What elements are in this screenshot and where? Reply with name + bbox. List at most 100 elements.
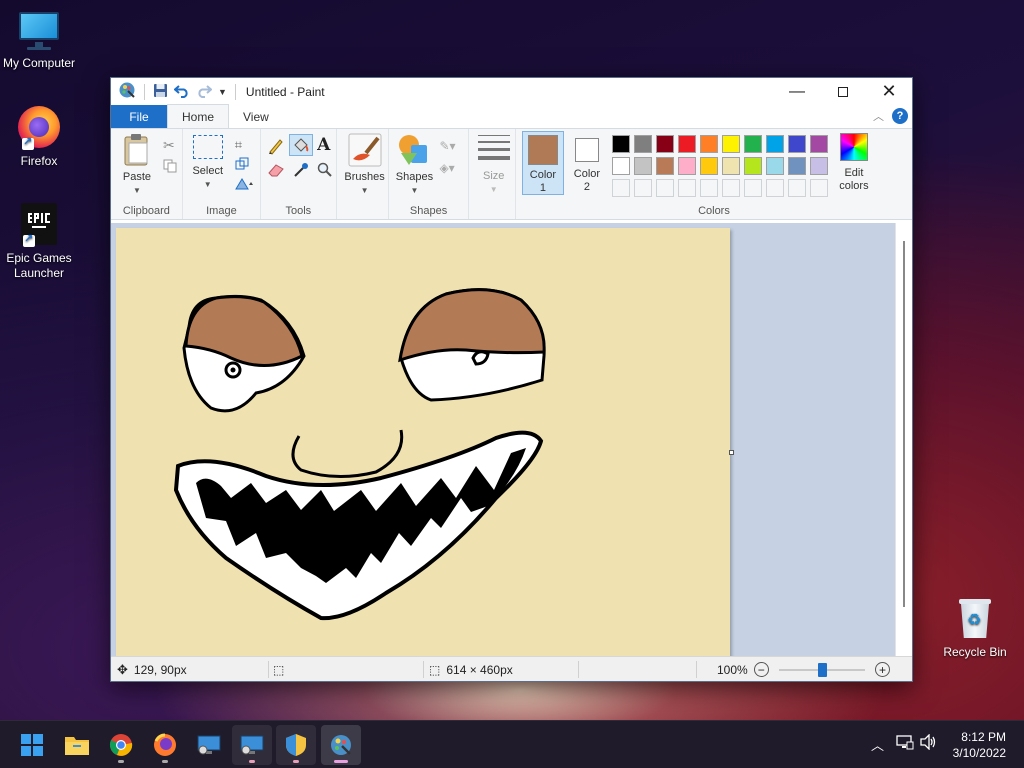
palette-swatch-empty[interactable] [809,179,828,197]
paint-app-icon[interactable] [118,81,136,102]
palette-swatch[interactable] [765,157,784,175]
start-button[interactable] [12,725,52,765]
palette-swatch[interactable] [699,157,718,175]
palette-swatch[interactable] [787,135,806,153]
size-lines-icon [477,135,510,160]
drawing-canvas[interactable] [116,228,730,657]
zoom-in-button[interactable]: + [875,662,890,677]
desktop-icon-firefox[interactable]: Firefox [0,104,81,169]
minimize-ribbon-icon[interactable]: ︿ [873,108,884,124]
volume-icon[interactable] [920,733,938,753]
taskbar-security[interactable] [276,725,316,765]
copy-icon[interactable] [163,159,177,176]
tab-file[interactable]: File [111,105,167,128]
canvas-resize-handle-right[interactable] [729,450,734,455]
scrollbar-thumb[interactable] [903,241,905,607]
chrome-icon [109,734,133,756]
taskbar-paint[interactable] [321,725,361,765]
brushes-group[interactable]: Brushes ▼ [337,129,390,219]
customize-qa-icon[interactable]: ▼ [218,87,227,97]
palette-swatch-empty[interactable] [743,179,762,197]
clipboard-icon [124,134,148,166]
palette-swatch[interactable] [721,135,740,153]
palette-swatch[interactable] [611,135,630,153]
canvas-area [111,223,912,657]
help-icon[interactable]: ? [892,108,908,124]
clock[interactable]: 8:12 PM 3/10/2022 [953,729,1006,761]
crop-icon[interactable]: ⌗ [235,137,242,153]
undo-icon[interactable] [173,83,190,101]
shapes-group: Shapes ▼ ✎▾ ◈▾ Shapes [389,129,469,219]
palette-swatch[interactable] [743,135,762,153]
rotate-icon[interactable] [234,177,255,194]
resize-icon[interactable] [235,157,249,174]
redo-icon[interactable] [196,83,213,101]
palette-swatch[interactable] [633,157,652,175]
close-button[interactable]: ✕ [866,78,912,105]
zoom-out-button[interactable]: − [753,662,769,677]
palette-swatch[interactable] [677,135,696,153]
desktop-icon-epic-games[interactable]: Epic Games Launcher [0,203,81,281]
palette-swatch-empty[interactable] [765,179,784,197]
select-button[interactable]: Select ▼ [189,135,227,191]
palette-swatch[interactable] [809,135,828,153]
palette-swatch-empty[interactable] [677,179,696,197]
pencil-icon[interactable] [267,137,285,158]
palette-swatch[interactable] [677,157,696,175]
palette-swatch-empty[interactable] [699,179,718,197]
color-picker-icon[interactable] [293,162,309,181]
palette-swatch[interactable] [655,157,674,175]
size-button[interactable]: Size ▼ [475,135,513,196]
palette-swatch-empty[interactable] [611,179,630,197]
palette-swatch-empty[interactable] [633,179,652,197]
palette-swatch[interactable] [765,135,784,153]
fill-icon[interactable]: ◈▾ [439,161,454,175]
firefox-icon [16,104,62,150]
fill-bucket-icon[interactable] [289,134,314,156]
palette-swatch[interactable] [611,157,630,175]
zoom-slider[interactable] [779,657,865,682]
taskbar-chrome[interactable] [101,725,141,765]
size-group[interactable]: Size ▼ [469,129,516,219]
tab-view[interactable]: View [229,105,283,128]
monitor-app-icon [197,735,221,755]
edit-colors-button[interactable]: Edit colors [832,133,876,193]
monitor-icon [17,10,61,52]
palette-swatch-empty[interactable] [721,179,740,197]
color2-button[interactable]: Color 2 [566,131,608,195]
zoom-slider-thumb[interactable] [818,662,827,677]
desktop-icon-my-computer[interactable]: My Computer [0,10,81,71]
palette-swatch-empty[interactable] [787,179,806,197]
eraser-icon[interactable] [267,163,285,180]
taskbar-file-explorer[interactable] [57,725,97,765]
color1-button[interactable]: Color 1 [521,131,564,195]
palette-swatch[interactable] [787,157,806,175]
magnifier-icon[interactable] [317,162,333,181]
palette-swatch[interactable] [633,135,652,153]
minimize-button[interactable]: — [774,78,820,105]
shapes-button[interactable]: Shapes ▼ [391,133,437,197]
palette-swatch[interactable] [809,157,828,175]
desktop-icon-recycle-bin[interactable]: ♻ Recycle Bin [933,597,1017,660]
shield-icon [286,734,306,756]
palette-swatch[interactable] [721,157,740,175]
network-icon[interactable] [896,734,914,753]
save-icon[interactable] [153,83,168,101]
palette-swatch-empty[interactable] [655,179,674,197]
outline-icon[interactable]: ✎▾ [439,139,455,153]
title-bar: ▼ Untitled - Paint — ✕ [111,78,912,105]
maximize-button[interactable] [820,78,866,105]
vertical-scrollbar[interactable] [895,223,912,657]
tab-home[interactable]: Home [167,104,230,128]
taskbar-app-2[interactable] [232,725,272,765]
brushes-button[interactable]: Brushes ▼ [341,133,389,197]
taskbar-firefox[interactable] [145,725,185,765]
text-tool-icon[interactable]: A [317,135,330,155]
palette-swatch[interactable] [699,135,718,153]
cut-icon[interactable]: ✂ [163,137,175,154]
palette-swatch[interactable] [743,157,762,175]
show-hidden-icons-icon[interactable]: ︿ [871,735,884,754]
taskbar-app-1[interactable] [189,725,229,765]
palette-swatch[interactable] [655,135,674,153]
paste-button[interactable]: Paste ▼ [117,133,157,197]
